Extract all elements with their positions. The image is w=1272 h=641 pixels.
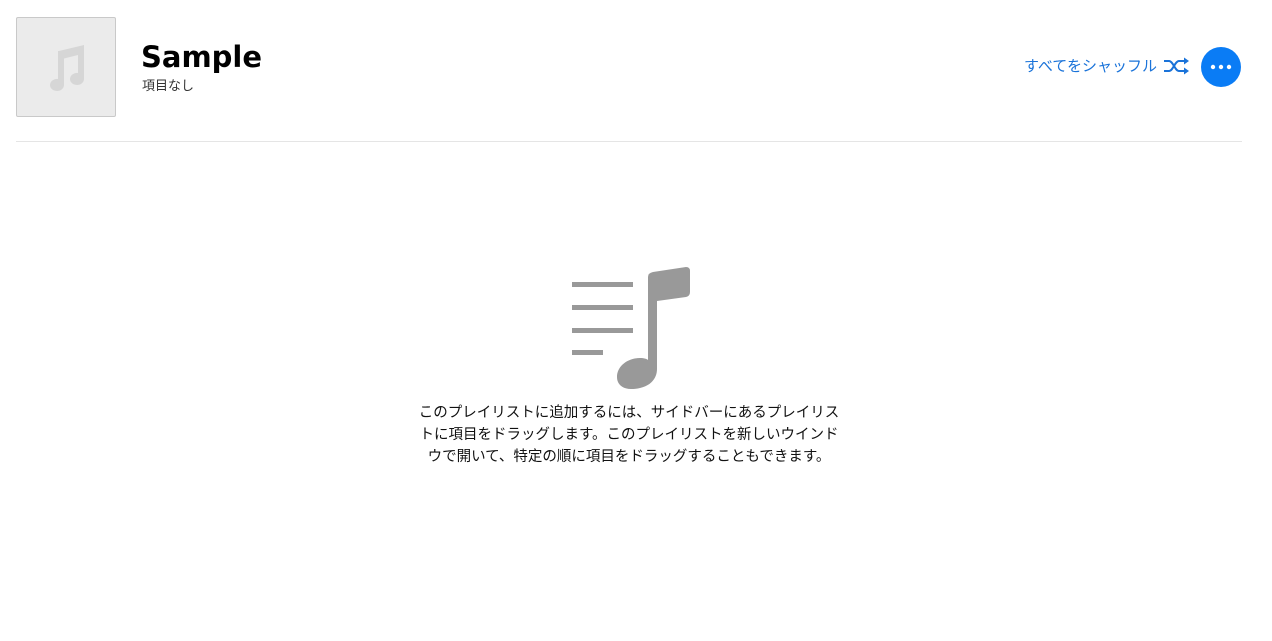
shuffle-all-label: すべてをシャッフル — [1023, 57, 1157, 75]
playlist-music-icon — [572, 267, 690, 389]
playlist-view: Sample 項目なし すべてをシャッフル このプレイリストに追加するには、サイ… — [0, 0, 1272, 641]
playlist-artwork[interactable] — [16, 17, 116, 117]
ellipsis-icon — [1210, 64, 1232, 70]
page-title: Sample — [141, 40, 263, 74]
item-count: 項目なし — [142, 79, 195, 94]
music-note-icon — [50, 45, 84, 91]
header-divider — [16, 141, 1242, 142]
empty-state-message: このプレイリストに追加するには、サイドバーにあるプレイリストに項目をドラッグしま… — [418, 405, 840, 465]
shuffle-icon — [1164, 57, 1189, 75]
more-options-button[interactable] — [1201, 47, 1241, 87]
shuffle-all-button[interactable]: すべてをシャッフル — [1024, 55, 1190, 77]
